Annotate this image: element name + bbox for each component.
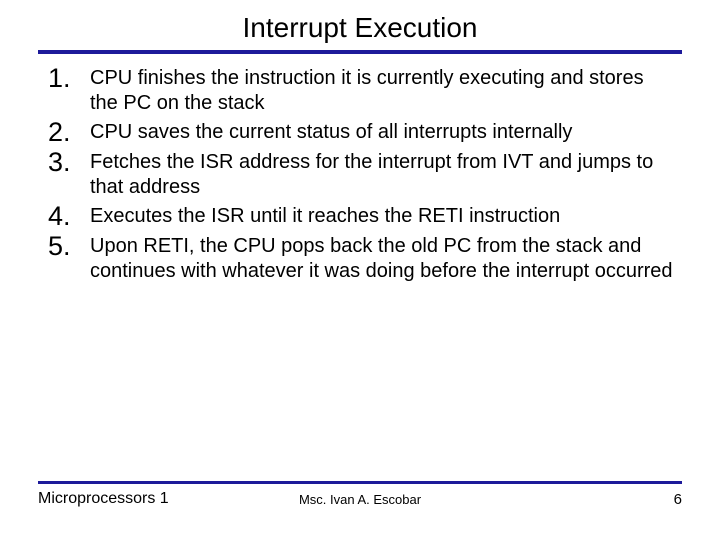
- item-number: 5.: [48, 232, 90, 260]
- list-item: 1. CPU finishes the instruction it is cu…: [48, 64, 676, 116]
- slide-body: 1. CPU finishes the instruction it is cu…: [38, 54, 682, 284]
- list-item: 4. Executes the ISR until it reaches the…: [48, 202, 676, 230]
- item-number: 3.: [48, 148, 90, 176]
- slide: Interrupt Execution 1. CPU finishes the …: [0, 0, 720, 540]
- item-number: 4.: [48, 202, 90, 230]
- footer-row: Microprocessors 1 Msc. Ivan A. Escobar 6: [38, 490, 682, 508]
- item-text: CPU saves the current status of all inte…: [90, 118, 572, 145]
- list-item: 3. Fetches the ISR address for the inter…: [48, 148, 676, 200]
- item-text: Upon RETI, the CPU pops back the old PC …: [90, 232, 676, 284]
- list-item: 5. Upon RETI, the CPU pops back the old …: [48, 232, 676, 284]
- item-number: 2.: [48, 118, 90, 146]
- item-text: Executes the ISR until it reaches the RE…: [90, 202, 560, 229]
- item-text: Fetches the ISR address for the interrup…: [90, 148, 676, 200]
- slide-title: Interrupt Execution: [38, 12, 682, 48]
- footer-rule: [38, 481, 682, 484]
- page-number: 6: [674, 491, 682, 508]
- footer: Microprocessors 1 Msc. Ivan A. Escobar 6: [38, 481, 682, 508]
- list-item: 2. CPU saves the current status of all i…: [48, 118, 676, 146]
- footer-left: Microprocessors 1: [38, 490, 169, 508]
- item-number: 1.: [48, 64, 90, 92]
- item-text: CPU finishes the instruction it is curre…: [90, 64, 676, 116]
